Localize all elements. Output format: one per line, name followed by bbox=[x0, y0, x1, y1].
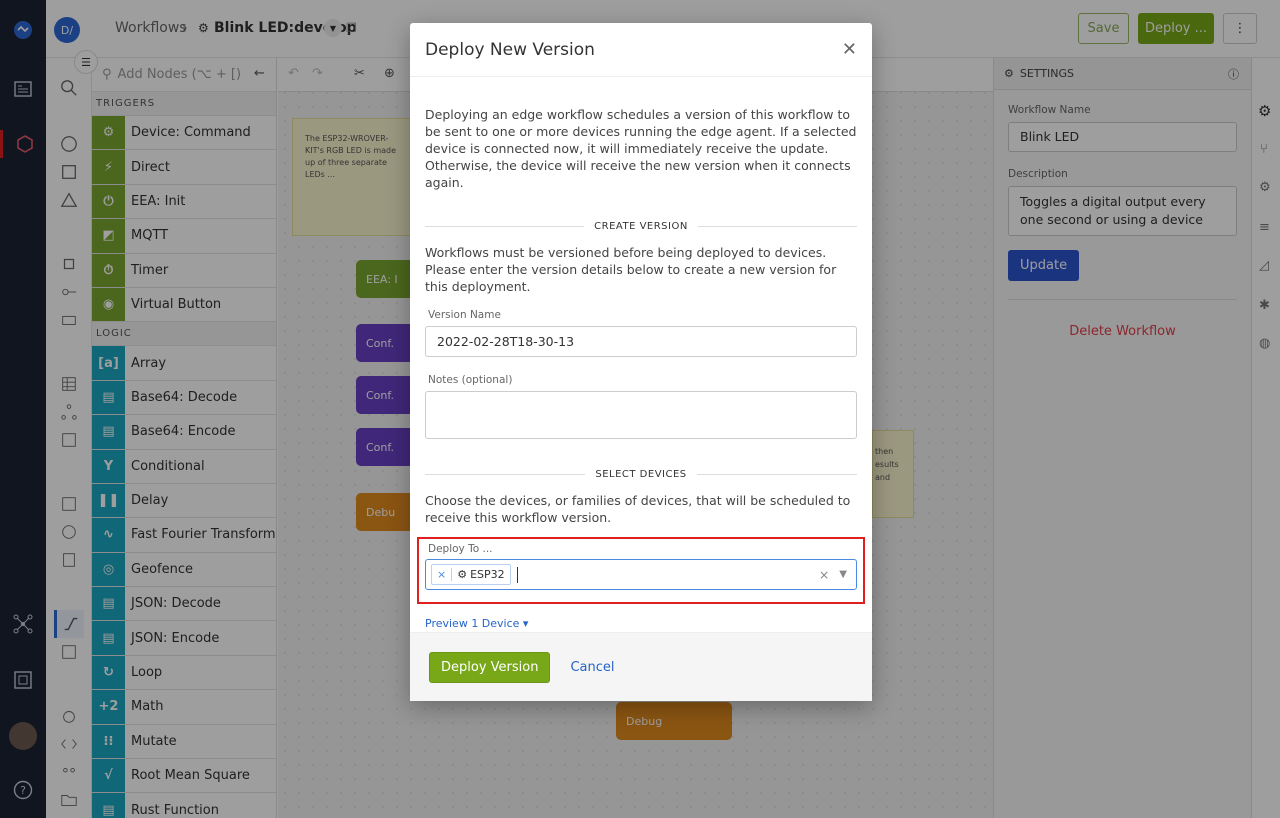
notes-label: Notes (optional) bbox=[428, 374, 513, 386]
deploy-modal: Deploy New Version ✕ Deploying an edge w… bbox=[410, 23, 872, 701]
chevron-down-icon[interactable]: ▼ bbox=[839, 569, 847, 580]
deploy-to-select[interactable]: × ⚙ ESP32 × ▼ bbox=[425, 559, 857, 590]
version-name-input[interactable]: 2022-02-28T18-30-13 bbox=[425, 326, 857, 357]
select-devices-text: Choose the devices, or families of devic… bbox=[425, 493, 851, 525]
deploy-to-label: Deploy To ... bbox=[428, 543, 493, 555]
chip-icon: ⚙ bbox=[457, 568, 468, 581]
create-version-text: Workflows must be versioned before being… bbox=[425, 245, 837, 294]
chip-remove-icon[interactable]: × bbox=[432, 568, 453, 581]
close-icon[interactable]: ✕ bbox=[842, 40, 857, 59]
version-name-label: Version Name bbox=[428, 309, 501, 321]
modal-title: Deploy New Version bbox=[425, 39, 595, 60]
create-version-heading: CREATE VERSION bbox=[425, 221, 857, 232]
deploy-version-button[interactable]: Deploy Version bbox=[429, 651, 551, 683]
device-chip: × ⚙ ESP32 bbox=[431, 564, 511, 585]
preview-devices-link[interactable]: Preview 1 Device ▾ bbox=[425, 617, 857, 630]
cancel-link[interactable]: Cancel bbox=[570, 660, 614, 675]
text-cursor bbox=[516, 566, 518, 583]
clear-icon[interactable]: × bbox=[819, 567, 829, 582]
intro-text: Deploying an edge workflow schedules a v… bbox=[425, 107, 857, 190]
deploy-to-highlight: Deploy To ... × ⚙ ESP32 × ▼ bbox=[417, 537, 865, 604]
select-devices-heading: SELECT DEVICES bbox=[425, 469, 857, 480]
device-chip-label: ESP32 bbox=[470, 568, 505, 581]
notes-textarea[interactable] bbox=[425, 391, 857, 439]
